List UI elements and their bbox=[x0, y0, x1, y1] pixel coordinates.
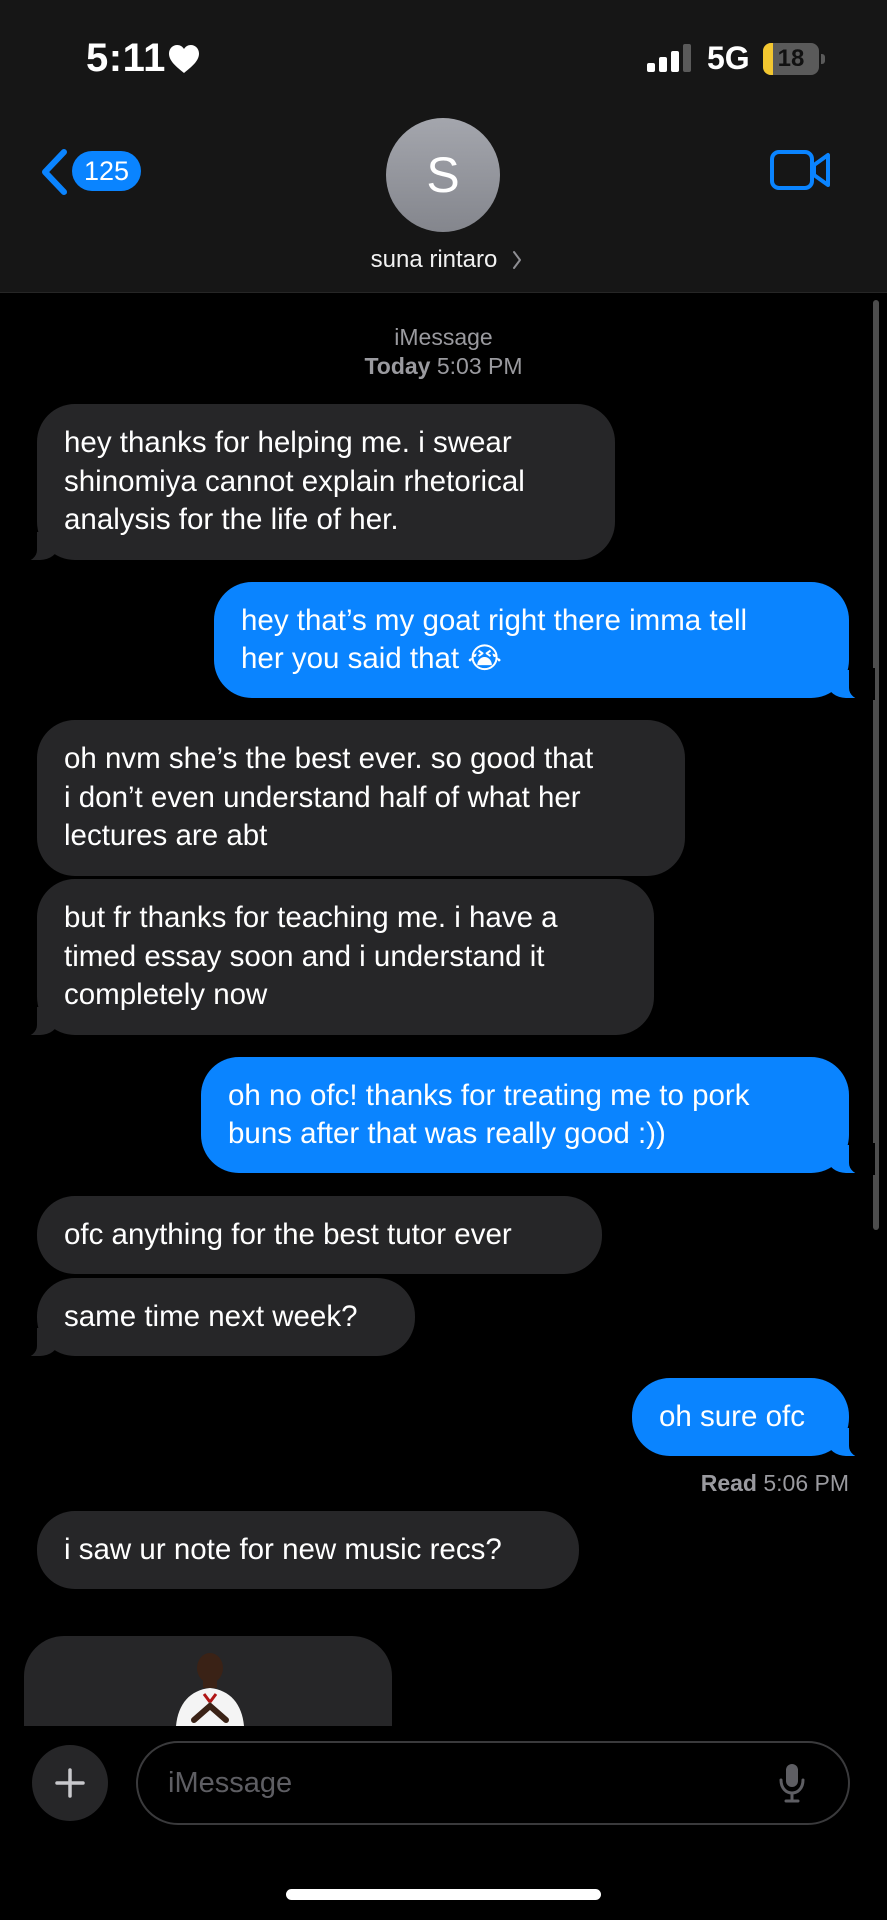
conversation-timestamp: Today 5:03 PM bbox=[0, 353, 887, 380]
chevron-right-icon[interactable] bbox=[512, 250, 522, 270]
message-text: hey thanks for helping me. i swear shino… bbox=[64, 426, 525, 537]
service-label: iMessage bbox=[394, 324, 493, 350]
battery-indicator: 18 bbox=[763, 43, 825, 75]
contact-avatar[interactable]: S bbox=[386, 118, 500, 232]
message-text: oh sure ofc bbox=[659, 1399, 805, 1433]
plus-icon bbox=[55, 1768, 85, 1798]
message-text: but fr thanks for teaching me. i have a … bbox=[64, 901, 558, 1012]
conversation-header: 5:11 5G 18 125 S suna rintaro bbox=[0, 0, 887, 293]
message-text: i saw ur note for new music recs? bbox=[64, 1532, 502, 1566]
read-receipt: Read 5:06 PM bbox=[0, 1470, 849, 1497]
timestamp-day: Today bbox=[364, 353, 431, 379]
microphone-icon[interactable] bbox=[778, 1763, 806, 1803]
scrollbar[interactable] bbox=[873, 300, 879, 1230]
message-bubble-incoming[interactable]: i saw ur note for new music recs? bbox=[37, 1511, 579, 1589]
add-attachment-button[interactable] bbox=[32, 1745, 108, 1821]
message-input[interactable]: iMessage bbox=[136, 1741, 850, 1825]
message-bubble-outgoing[interactable]: oh sure ofc bbox=[632, 1378, 875, 1458]
heart-icon bbox=[169, 45, 199, 73]
back-unread-count[interactable]: 125 bbox=[72, 151, 142, 191]
status-time: 5:11 bbox=[86, 36, 166, 80]
avatar-initial: S bbox=[426, 147, 460, 203]
message-text: oh no ofc! thanks for treating me to por… bbox=[228, 1078, 750, 1151]
back-chevron-icon[interactable] bbox=[38, 148, 70, 196]
message-bubble-incoming[interactable]: but fr thanks for teaching me. i have a … bbox=[11, 879, 654, 1037]
cellular-signal-icon bbox=[647, 44, 691, 72]
read-label: Read bbox=[700, 1470, 757, 1496]
message-bubble-incoming[interactable]: ofc anything for the best tutor ever bbox=[37, 1196, 602, 1274]
message-text: hey that’s my goat right there imma tell… bbox=[241, 603, 748, 676]
message-bubble-outgoing[interactable]: oh no ofc! thanks for treating me to por… bbox=[201, 1057, 875, 1175]
home-indicator[interactable] bbox=[286, 1889, 601, 1900]
battery-level: 18 bbox=[777, 45, 805, 72]
message-text: same time next week? bbox=[64, 1299, 358, 1333]
message-bubble-incoming[interactable]: same time next week? bbox=[11, 1278, 415, 1358]
attachment-photo[interactable] bbox=[170, 1650, 250, 1726]
message-text: ofc anything for the best tutor ever bbox=[64, 1217, 512, 1251]
message-bubble-outgoing[interactable]: hey that’s my goat right there imma tell… bbox=[214, 582, 875, 700]
media-attachment[interactable] bbox=[24, 1636, 392, 1726]
timestamp-time: 5:03 PM bbox=[436, 353, 523, 379]
message-bubble-incoming[interactable]: hey thanks for helping me. i swear shino… bbox=[11, 404, 615, 562]
message-input-placeholder: iMessage bbox=[168, 1767, 293, 1799]
network-type: 5G bbox=[707, 40, 750, 76]
message-text: oh nvm she’s the best ever. so good that… bbox=[64, 742, 594, 853]
read-time: 5:06 PM bbox=[763, 1470, 849, 1496]
contact-name[interactable]: suna rintaro bbox=[0, 246, 868, 274]
video-camera-icon[interactable] bbox=[770, 149, 832, 191]
message-bubble-incoming[interactable]: oh nvm she’s the best ever. so good that… bbox=[37, 720, 685, 876]
